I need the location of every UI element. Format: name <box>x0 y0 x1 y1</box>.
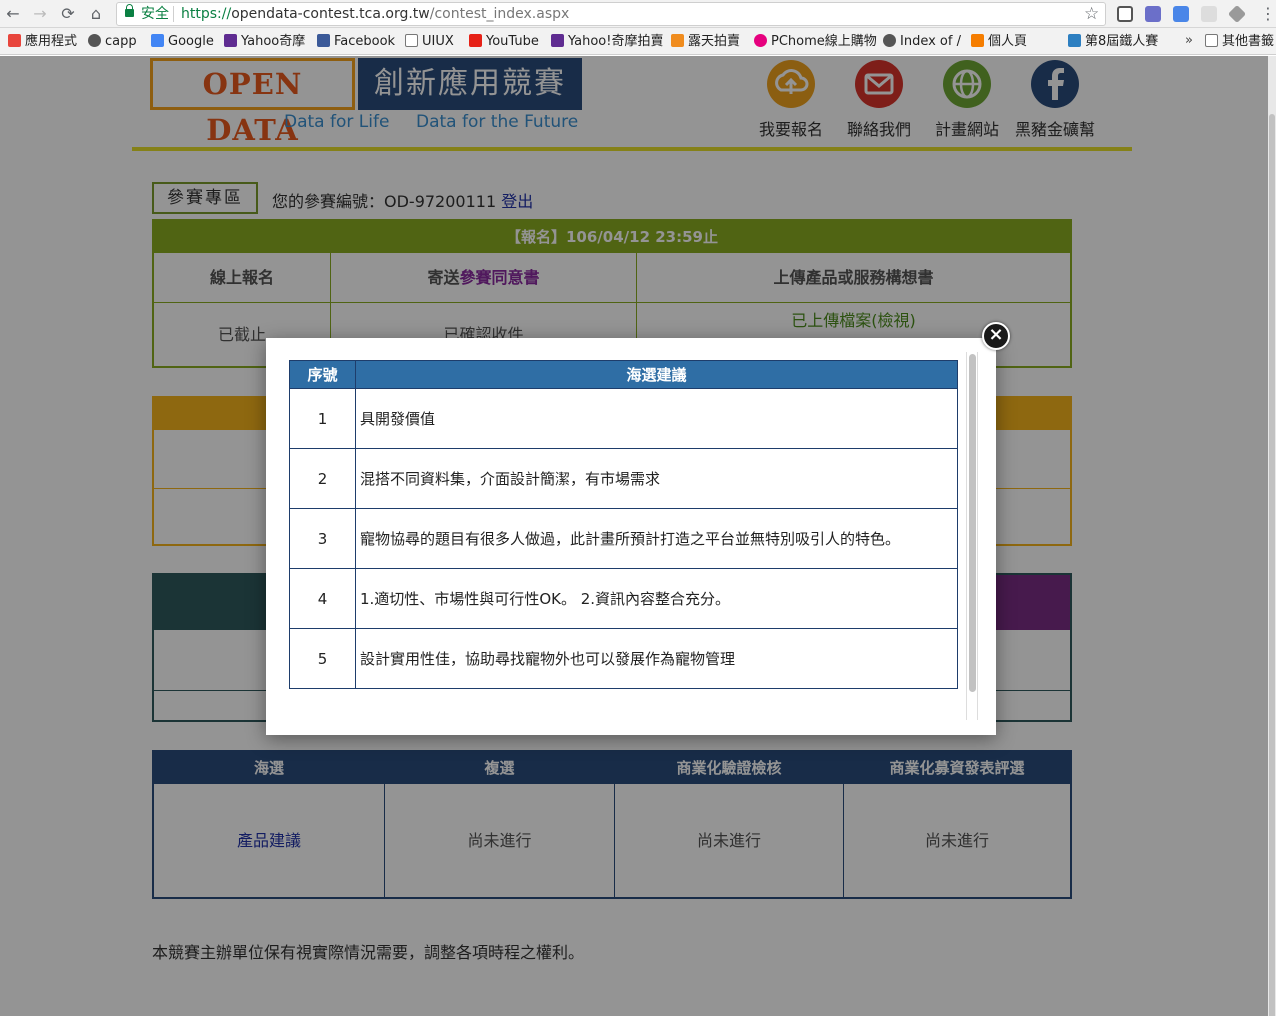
google-icon <box>151 34 164 47</box>
forward-icon[interactable]: → <box>30 4 50 24</box>
folder-icon <box>405 34 418 47</box>
modal-close-button[interactable]: × <box>982 322 1010 350</box>
page-scrollbar[interactable] <box>1268 56 1276 1016</box>
layers-extension-icon[interactable] <box>1227 4 1247 24</box>
bookmark-yahoo[interactable]: Yahoo奇摩 <box>224 33 305 51</box>
modal-scrollbar-thumb[interactable] <box>969 354 976 692</box>
row-suggestion: 設計實用性佳，協助尋找寵物外也可以發展作為寵物管理 <box>355 628 958 689</box>
table-row: 1 具開發價值 <box>289 388 958 449</box>
table-row: 3 寵物協尋的題目有很多人做過，此計畫所預計打造之平台並無特別吸引人的特色。 <box>289 508 958 569</box>
bookmark-facebook[interactable]: Facebook <box>317 33 395 51</box>
yahoo-icon <box>224 34 237 47</box>
row-seq: 4 <box>289 568 356 629</box>
bookmark-youtube[interactable]: YouTube <box>469 33 539 51</box>
youtube-icon <box>469 34 482 47</box>
url-divider <box>173 6 174 22</box>
row-seq: 2 <box>289 448 356 509</box>
modal-content: 序號 海選建議 1 具開發價值 2 混搭不同資料集，介面設計簡潔，有市場需求 3… <box>289 360 959 690</box>
reload-icon[interactable]: ⟳ <box>58 4 78 24</box>
browser-toolbar: ← → ⟳ ⌂ 安全 https://opendata-contest.tca.… <box>0 0 1276 28</box>
bookmark-ruten[interactable]: 露天拍賣 <box>671 33 740 51</box>
pchome-icon <box>754 34 767 47</box>
bookmark-uiux[interactable]: UIUX <box>405 33 454 51</box>
row-suggestion: 寵物協尋的題目有很多人做過，此計畫所預計打造之平台並無特別吸引人的特色。 <box>355 508 958 569</box>
row-suggestion: 混搭不同資料集，介面設計簡潔，有市場需求 <box>355 448 958 509</box>
table-row: 2 混搭不同資料集，介面設計簡潔，有市場需求 <box>289 448 958 509</box>
github-icon <box>88 34 101 47</box>
folder-icon <box>1205 34 1218 47</box>
reader-extension-icon[interactable] <box>1201 6 1217 22</box>
row-seq: 1 <box>289 388 356 449</box>
page-scrollbar-thumb[interactable] <box>1269 114 1275 1016</box>
bookmark-personal[interactable]: 個人頁 <box>971 33 1027 51</box>
bookmark-yahoo-auction[interactable]: Yahoo!奇摩拍賣 <box>551 33 663 51</box>
modal-scrollbar[interactable] <box>966 352 978 720</box>
address-bar[interactable]: 安全 https://opendata-contest.tca.org.tw/c… <box>116 2 1106 26</box>
blogger-icon <box>971 34 984 47</box>
suggestion-column-header: 海選建議 <box>355 360 958 389</box>
back-icon[interactable]: ← <box>3 4 23 24</box>
lock-icon <box>125 4 134 17</box>
bookmark-index[interactable]: Index of / <box>883 33 961 51</box>
screenshot-extension-icon[interactable] <box>1117 6 1133 22</box>
suggestion-modal: 序號 海選建議 1 具開發價值 2 混搭不同資料集，介面設計簡潔，有市場需求 3… <box>266 338 996 735</box>
bookmark-google[interactable]: Google <box>151 33 214 51</box>
row-seq: 3 <box>289 508 356 569</box>
github-icon <box>883 34 896 47</box>
yahoo-icon <box>551 34 564 47</box>
row-seq: 5 <box>289 628 356 689</box>
suggestion-table: 序號 海選建議 1 具開發價值 2 混搭不同資料集，介面設計簡潔，有市場需求 3… <box>289 360 958 689</box>
bookmark-ironman[interactable]: 第8屆鐵人賽 <box>1068 33 1158 51</box>
extension-icon[interactable] <box>1145 6 1161 22</box>
facebook-icon <box>317 34 330 47</box>
home-icon[interactable]: ⌂ <box>86 4 106 24</box>
bookmark-star-icon[interactable]: ☆ <box>1084 4 1099 24</box>
ruten-icon <box>671 34 684 47</box>
suggestion-table-header-row: 序號 海選建議 <box>289 360 958 389</box>
secure-label: 安全 <box>141 6 169 22</box>
bookmark-apps[interactable]: 應用程式 <box>8 33 77 51</box>
bookmarks-overflow-button[interactable]: » <box>1185 33 1193 48</box>
bookmark-capp[interactable]: capp <box>88 33 137 51</box>
table-row: 4 1.適切性、市場性與可行性OK。 2.資訊內容整合充分。 <box>289 568 958 629</box>
translate-extension-icon[interactable] <box>1173 6 1189 22</box>
url-text: https://opendata-contest.tca.org.tw/cont… <box>181 6 570 22</box>
row-suggestion: 1.適切性、市場性與可行性OK。 2.資訊內容整合充分。 <box>355 568 958 629</box>
seq-column-header: 序號 <box>289 360 356 389</box>
apps-icon <box>8 34 21 47</box>
ithome-icon <box>1068 34 1081 47</box>
table-row: 5 設計實用性佳，協助尋找寵物外也可以發展作為寵物管理 <box>289 628 958 689</box>
row-suggestion: 具開發價值 <box>355 388 958 449</box>
bookmark-pchome[interactable]: PChome線上購物 <box>754 33 877 51</box>
bookmark-bar: 應用程式 capp Google Yahoo奇摩 Facebook UIUX Y… <box>0 28 1276 55</box>
other-bookmarks-folder[interactable]: 其他書籤 <box>1205 33 1274 51</box>
browser-menu-icon[interactable]: ⋮ <box>1260 4 1276 23</box>
